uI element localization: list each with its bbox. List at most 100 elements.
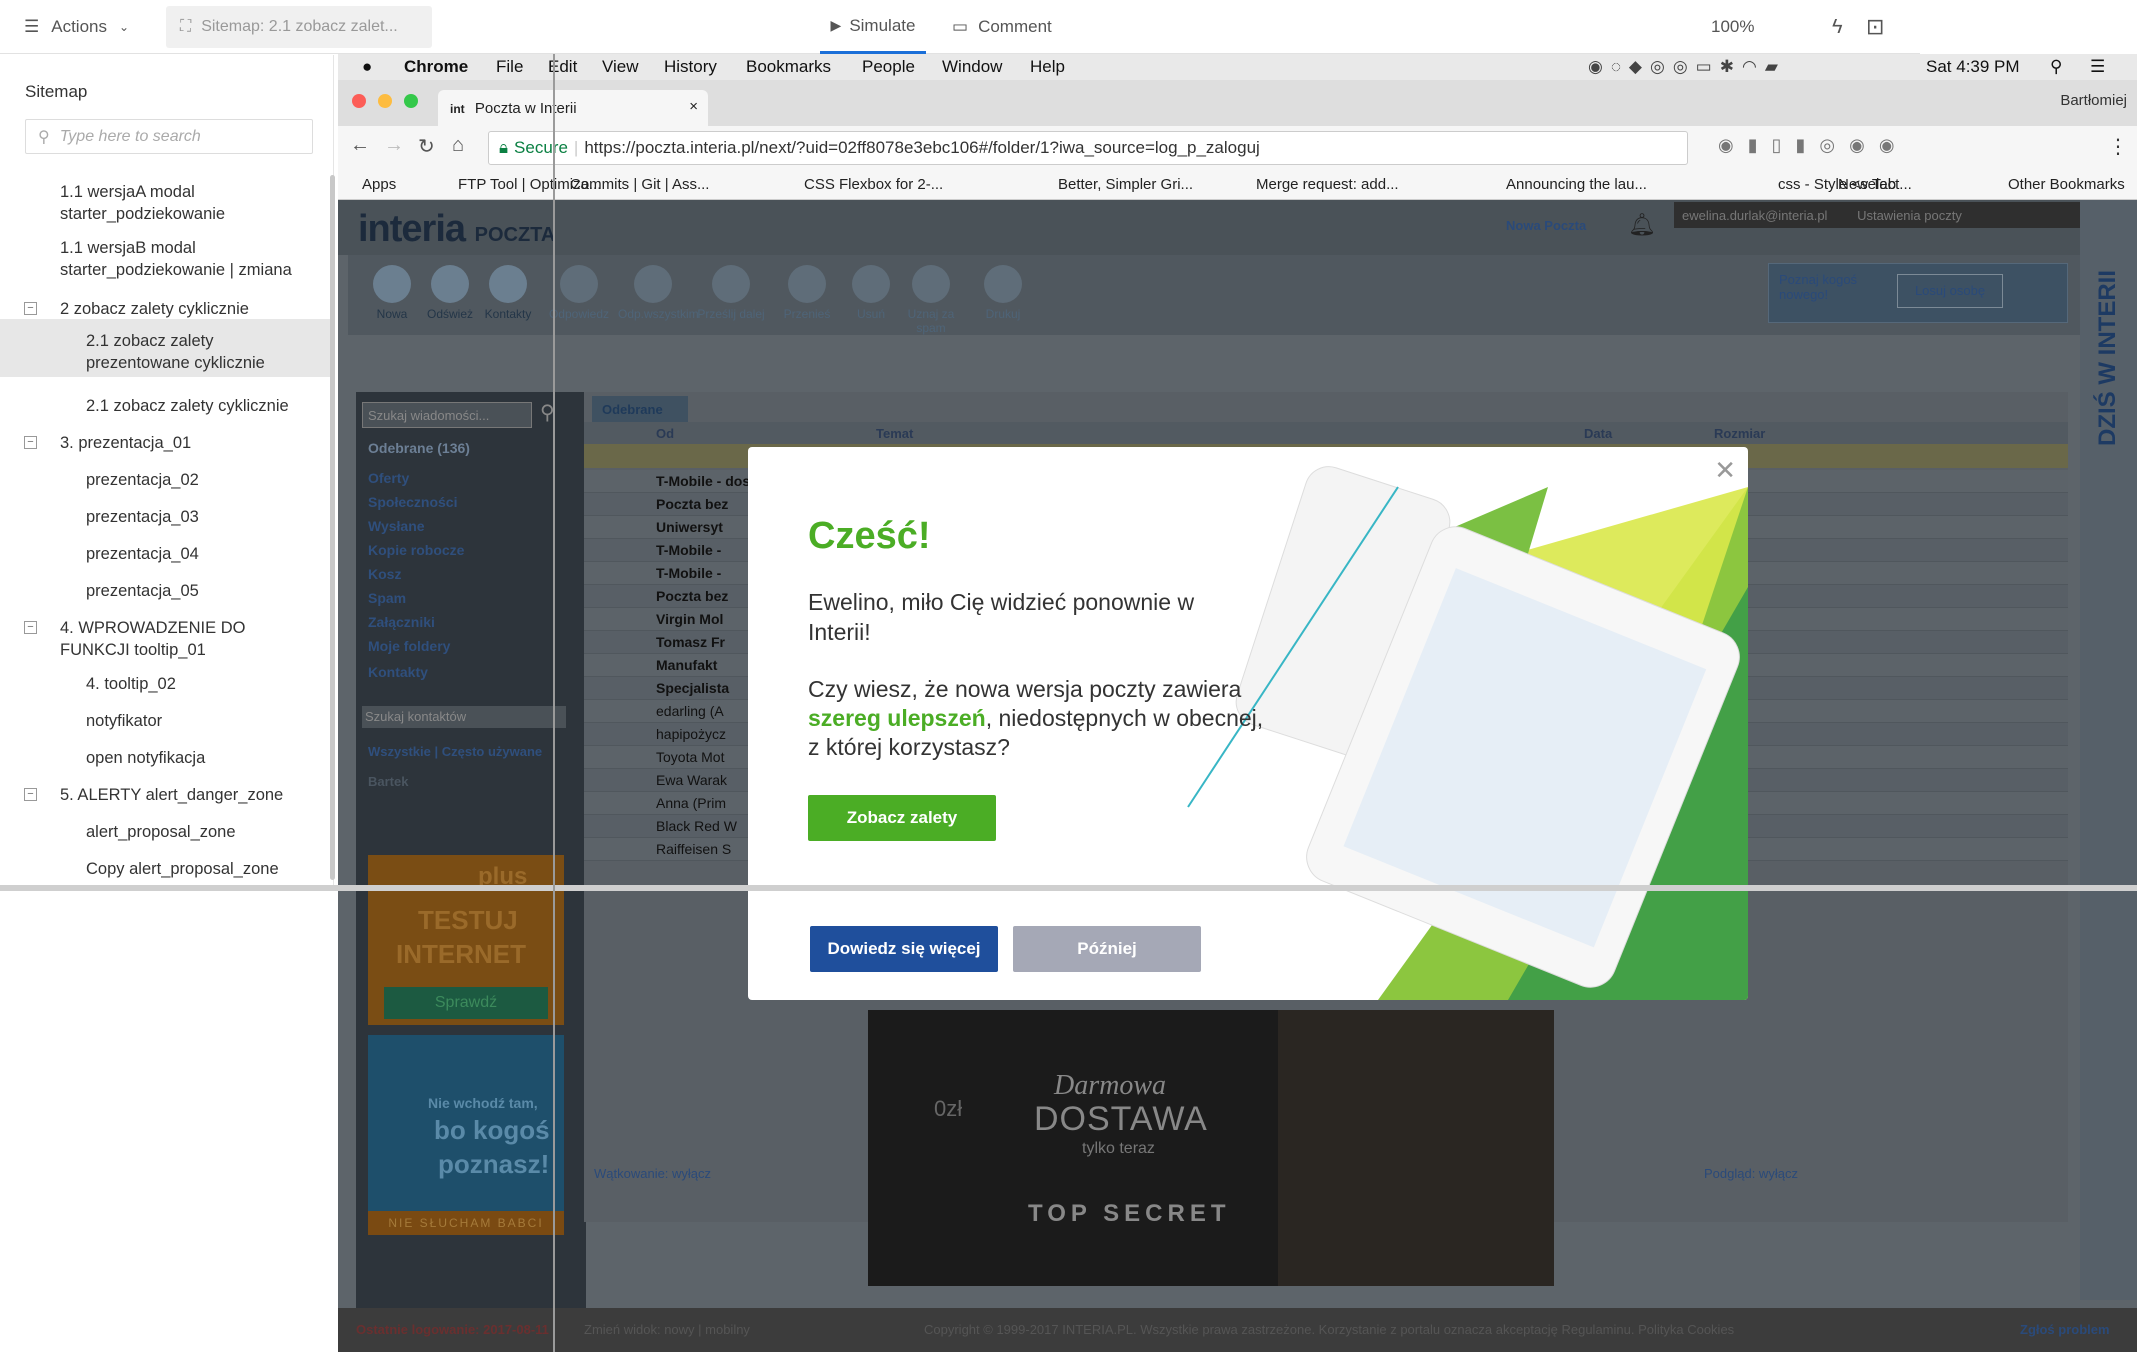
user-email[interactable]: ewelina.durlak@interia.pl <box>1682 208 1827 223</box>
bookmark-item[interactable]: Commits | Git | Ass... <box>570 176 709 193</box>
new-mail-toggle[interactable]: Nowa Poczta <box>1506 218 1586 233</box>
sitemap-item[interactable]: − 3. prezentacja_01 <box>0 432 330 468</box>
mail-tool-button[interactable]: Odśwież <box>422 265 478 321</box>
bookmark-item[interactable]: Other Bookmarks <box>2008 176 2125 193</box>
sitemap-item[interactable]: prezentacja_05 <box>0 580 330 616</box>
folder-item[interactable]: Odebrane (136) <box>368 440 470 456</box>
zoom-level[interactable]: 100% <box>1711 0 1754 54</box>
mail-tool-button[interactable]: Nowa <box>364 265 420 321</box>
bookmark-item[interactable]: Better, Simpler Gri... <box>1058 176 1193 193</box>
url-input[interactable]: 🔒︎ Secure | https://poczta.interia.pl/ne… <box>488 131 1688 165</box>
preview-toggle[interactable]: Podgląd: wyłącz <box>1704 1166 1798 1181</box>
menu-people[interactable]: People <box>862 57 915 77</box>
sitemap-search-input[interactable]: ⚲ Type here to search <box>25 119 313 154</box>
bookmark-item[interactable]: CSS Flexbox for 2-... <box>804 176 943 193</box>
bookmark-item[interactable]: Apps <box>362 176 396 193</box>
forward-icon[interactable]: → <box>384 134 404 157</box>
ad-banner[interactable]: 0zł Darmowa DOSTAWA tylko teraz TOP SECR… <box>868 1010 1554 1286</box>
contacts-search-input[interactable]: Szukaj kontaktów <box>362 706 566 728</box>
menu-bookmarks[interactable]: Bookmarks <box>746 57 831 77</box>
learn-more-button[interactable]: Dowiedz się więcej <box>810 926 998 972</box>
draw-person-button[interactable]: Losuj osobę <box>1897 274 2003 308</box>
sitemap-item[interactable]: notyfikator <box>0 710 330 746</box>
flash-icon[interactable]: ϟ <box>1832 0 1843 54</box>
back-icon[interactable]: ← <box>350 134 370 157</box>
later-button[interactable]: Później <box>1013 926 1201 972</box>
kebab-menu-icon[interactable]: ⋮ <box>2108 134 2128 159</box>
sitemap-item[interactable]: prezentacja_03 <box>0 506 330 542</box>
sitemap-item[interactable]: open notyfikacja <box>0 747 330 783</box>
mail-tool-button[interactable]: Odp.wszystkim <box>618 265 699 321</box>
sitemap-item[interactable]: 1.1 wersjaB modal starter_podziekowanie |… <box>0 237 330 295</box>
list-icon[interactable]: ☰ <box>2090 57 2105 77</box>
collapse-toggle-icon[interactable]: − <box>24 302 37 315</box>
actions-menu[interactable]: ☰ Actions ⌄ <box>24 0 129 54</box>
simulate-button[interactable]: ▶ Simulate <box>820 0 926 54</box>
sitemap-item[interactable]: 4. tooltip_02 <box>0 673 330 709</box>
bookmark-item[interactable]: Merge request: add... <box>1256 176 1399 193</box>
comment-button[interactable]: ▭ Comment <box>952 0 1052 54</box>
user-bar: ewelina.durlak@interia.pl Ustawienia poc… <box>1674 202 2080 228</box>
contact-item[interactable]: Bartek <box>368 774 408 789</box>
sitemap-item[interactable]: − 4. WPROWADZENIE DO FUNKCJI tooltip_01 <box>0 617 330 675</box>
sitemap-item-label: prezentacja_05 <box>86 582 199 600</box>
sitemap-item[interactable]: prezentacja_04 <box>0 543 330 579</box>
sitemap-item[interactable]: 2.1 zobacz zalety prezentowane cyklicznie <box>0 319 330 377</box>
sidebar-scrollbar[interactable] <box>330 175 335 880</box>
prototype-canvas: ● Chrome File Edit View History Bookmark… <box>338 54 2137 1352</box>
mail-tool-button[interactable]: Kontakty <box>480 265 536 321</box>
folder-item[interactable]: Społeczności <box>368 494 457 510</box>
menu-window[interactable]: Window <box>942 57 1002 77</box>
sitemap-item[interactable]: 2.1 zobacz zalety cyklicznie <box>0 395 330 431</box>
mail-tool-button[interactable]: Prześlij dalej <box>696 265 766 321</box>
browser-tab[interactable]: int Poczta w Interii × <box>438 90 708 126</box>
mail-search-input[interactable]: Szukaj wiadomości... <box>362 402 532 428</box>
minimize-window-icon[interactable] <box>378 94 392 108</box>
interia-logo[interactable]: interia POCZTA <box>358 208 555 251</box>
folder-item[interactable]: Kontakty <box>368 664 428 680</box>
mail-tool-button[interactable]: Drukuj <box>968 265 1038 321</box>
tab-inbox[interactable]: Odebrane <box>592 396 688 422</box>
menu-file[interactable]: File <box>496 57 523 77</box>
folder-item[interactable]: Moje foldery <box>368 638 450 654</box>
home-icon[interactable]: ⌂ <box>452 134 464 157</box>
mail-tool-button[interactable]: Przenieś <box>772 265 842 321</box>
bell-icon[interactable]: 🔔︎ <box>1628 212 1656 238</box>
reload-icon[interactable]: ↻ <box>418 134 435 159</box>
bookmark-item[interactable]: Announcing the lau... <box>1506 176 1647 193</box>
folder-item[interactable]: Kosz <box>368 566 401 582</box>
folder-item[interactable]: Załączniki <box>368 614 435 630</box>
mail-tool-button[interactable]: Uznaj za spam <box>896 265 966 335</box>
ad-erico[interactable]: Nie wchodź tam, bo kogoś poznasz! NIE SŁ… <box>368 1035 564 1235</box>
menu-view[interactable]: View <box>602 57 639 77</box>
menu-help[interactable]: Help <box>1030 57 1065 77</box>
close-window-icon[interactable] <box>352 94 366 108</box>
folder-item[interactable]: Spam <box>368 590 406 606</box>
sitemap-item[interactable]: 1.1 wersjaA modal starter_podziekowanie <box>0 181 330 239</box>
profile-name[interactable]: Bartłomiej <box>2060 92 2127 109</box>
close-icon[interactable]: ✕ <box>1714 455 1736 486</box>
menu-app[interactable]: Chrome <box>404 57 468 77</box>
folder-item[interactable]: Kopie robocze <box>368 542 464 558</box>
sitemap-item[interactable]: − 5. ALERTY alert_danger_zone <box>0 784 330 820</box>
settings-link[interactable]: Ustawienia poczty <box>1857 208 1962 223</box>
sitemap-item[interactable]: prezentacja_02 <box>0 469 330 505</box>
contacts-tabs[interactable]: Wszystkie | Często używane <box>368 744 542 759</box>
bookmark-item[interactable]: New Tab <box>1838 176 1896 193</box>
menu-history[interactable]: History <box>664 57 717 77</box>
see-benefits-button[interactable]: Zobacz zalety <box>808 795 996 841</box>
search-icon[interactable]: ⚲ <box>2050 57 2062 77</box>
collapse-toggle-icon[interactable]: − <box>24 788 37 801</box>
fullscreen-icon[interactable]: ⊡ <box>1866 0 1884 54</box>
close-tab-icon[interactable]: × <box>689 98 698 115</box>
collapse-toggle-icon[interactable]: − <box>24 621 37 634</box>
folder-item[interactable]: Wysłane <box>368 518 425 534</box>
extension-icons[interactable]: ◉▮▯▮◎◉◉ <box>1718 135 1909 156</box>
ad-plus[interactable]: plus TESTUJ INTERNET Sprawdź <box>368 855 564 1025</box>
maximize-window-icon[interactable] <box>404 94 418 108</box>
collapse-toggle-icon[interactable]: − <box>24 436 37 449</box>
threading-toggle[interactable]: Wątkowanie: wyłącz <box>594 1166 711 1181</box>
folder-item[interactable]: Oferty <box>368 470 409 486</box>
sitemap-item[interactable]: alert_proposal_zone <box>0 821 330 857</box>
breadcrumb[interactable]: ⛶ Sitemap: 2.1 zobacz zalet... <box>166 6 432 48</box>
